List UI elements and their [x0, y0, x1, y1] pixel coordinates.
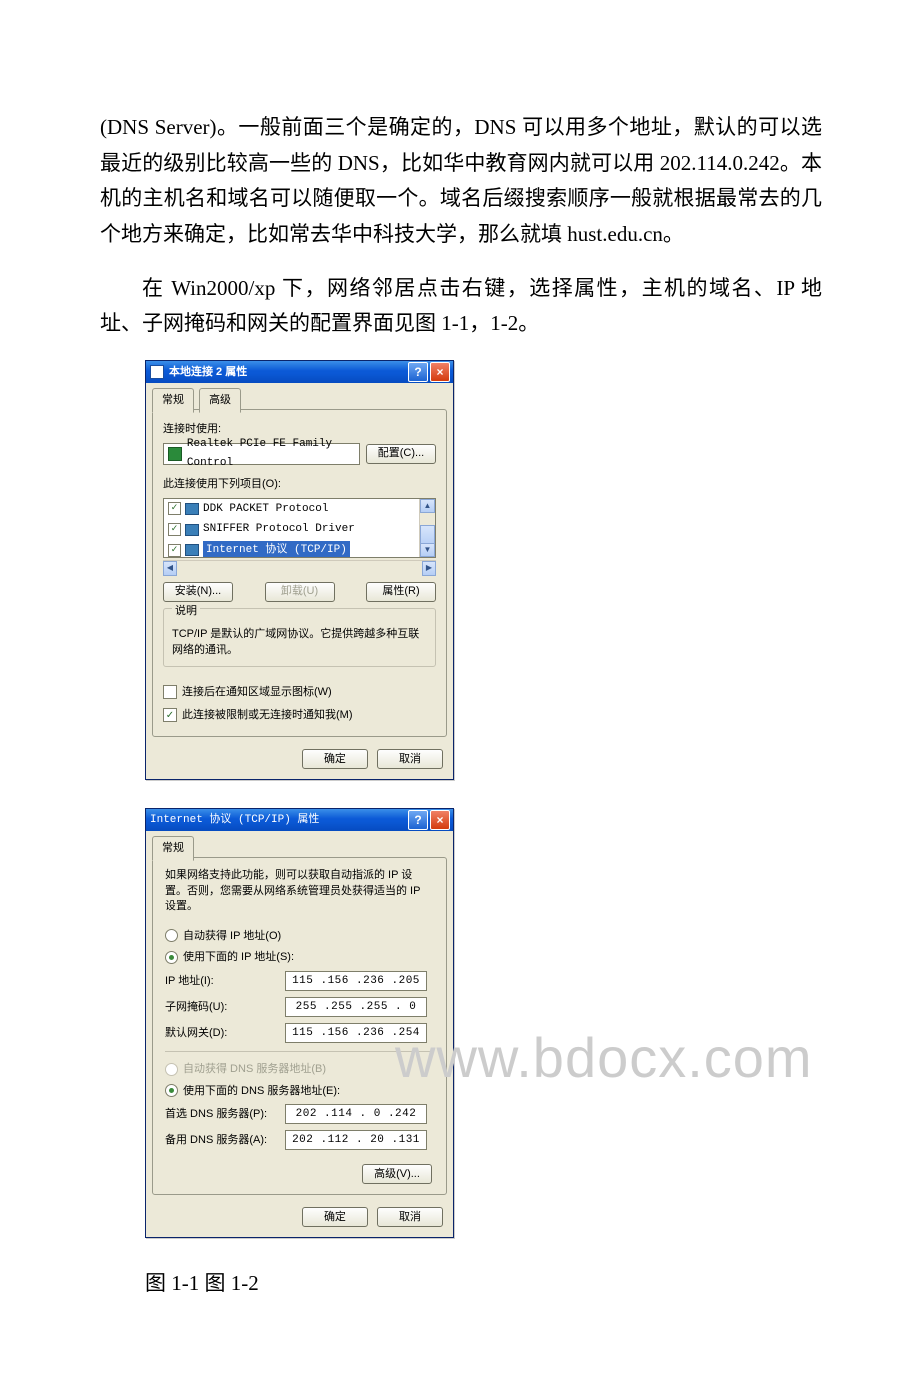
intro-text: 如果网络支持此功能，则可以获取自动指派的 IP 设置。否则，您需要从网络系统管理… — [165, 868, 434, 914]
watermark: www.bdocx.com — [395, 1010, 813, 1105]
description-group: 说明 TCP/IP 是默认的广域网协议。它提供跨越多种互联网络的通讯。 — [163, 608, 436, 667]
default-gateway-input[interactable]: 115 .156 .236 .254 — [285, 1023, 427, 1043]
properties-button[interactable]: 属性(R) — [366, 582, 436, 602]
list-item[interactable]: ✓ SNIFFER Protocol Driver — [164, 519, 435, 540]
paragraph-2: 在 Win2000/xp 下，网络邻居点击右键，选择属性，主机的域名、IP 地址… — [100, 271, 822, 342]
cancel-button[interactable]: 取消 — [377, 1207, 443, 1227]
ok-button[interactable]: 确定 — [302, 749, 368, 769]
preferred-dns-input[interactable]: 202 .114 . 0 .242 — [285, 1104, 427, 1124]
figure-caption: 图 1-1 图 1-2 — [145, 1266, 822, 1302]
help-button[interactable]: ? — [408, 362, 428, 382]
radio-label: 自动获得 IP 地址(O) — [183, 927, 281, 946]
description-title: 说明 — [172, 602, 200, 621]
checkbox-notify[interactable]: ✓ — [163, 708, 177, 722]
divider — [165, 1051, 434, 1052]
horizontal-scrollbar[interactable]: ◀ ▶ — [163, 560, 436, 576]
protocol-icon — [185, 524, 199, 536]
radio-use-dns[interactable] — [165, 1084, 178, 1097]
scroll-left-icon[interactable]: ◀ — [163, 561, 177, 576]
list-item-label-selected: Internet 协议 (TCP/IP) — [203, 541, 350, 558]
checkbox-icon[interactable]: ✓ — [168, 544, 181, 557]
scroll-up-icon[interactable]: ▲ — [420, 499, 435, 513]
description-text: TCP/IP 是默认的广域网协议。它提供跨越多种互联网络的通讯。 — [172, 627, 427, 658]
radio-label: 自动获得 DNS 服务器地址(B) — [183, 1060, 326, 1079]
paragraph-1: (DNS Server)。一般前面三个是确定的，DNS 可以用多个地址，默认的可… — [100, 110, 822, 253]
tcpip-properties-dialog: Internet 协议 (TCP/IP) 属性 ? × 常规 如果网络支持此功能… — [145, 808, 454, 1238]
default-gateway-label: 默认网关(D): — [165, 1024, 285, 1043]
close-button[interactable]: × — [430, 810, 450, 830]
radio-label: 使用下面的 IP 地址(S): — [183, 948, 294, 967]
adapter-name: Realtek PCIe FE Family Control — [187, 435, 355, 472]
dialog2-title: Internet 协议 (TCP/IP) 属性 — [150, 811, 406, 830]
checkbox-label: 此连接被限制或无连接时通知我(M) — [182, 706, 353, 725]
checkbox-icon[interactable]: ✓ — [168, 502, 181, 515]
close-button[interactable]: × — [430, 362, 450, 382]
items-label: 此连接使用下列项目(O): — [163, 475, 436, 494]
protocol-listbox[interactable]: ✓ DDK PACKET Protocol ✓ SNIFFER Protocol… — [163, 498, 436, 558]
list-item[interactable]: ✓ DDK PACKET Protocol — [164, 499, 435, 520]
install-button[interactable]: 安装(N)... — [163, 582, 233, 602]
nic-icon — [168, 447, 182, 461]
cancel-button[interactable]: 取消 — [377, 749, 443, 769]
checkbox-icon[interactable]: ✓ — [168, 523, 181, 536]
ok-button[interactable]: 确定 — [302, 1207, 368, 1227]
radio-auto-dns — [165, 1063, 178, 1076]
list-item-label: DDK PACKET Protocol — [203, 500, 328, 519]
protocol-icon — [185, 544, 199, 556]
subnet-mask-input[interactable]: 255 .255 .255 . 0 — [285, 997, 427, 1017]
tab-advanced[interactable]: 高级 — [199, 388, 241, 413]
scroll-down-icon[interactable]: ▼ — [420, 543, 435, 557]
scroll-right-icon[interactable]: ▶ — [422, 561, 436, 576]
checkbox-label: 连接后在通知区域显示图标(W) — [182, 683, 332, 702]
tab-general[interactable]: 常规 — [152, 388, 194, 413]
configure-button[interactable]: 配置(C)... — [366, 444, 436, 464]
list-item-label: SNIFFER Protocol Driver — [203, 520, 355, 539]
list-item[interactable]: ✓ Internet 协议 (TCP/IP) — [164, 540, 435, 558]
advanced-button[interactable]: 高级(V)... — [362, 1164, 432, 1184]
protocol-icon — [185, 503, 199, 515]
subnet-mask-label: 子网掩码(U): — [165, 998, 285, 1017]
ip-address-input[interactable]: 115 .156 .236 .205 — [285, 971, 427, 991]
vertical-scrollbar[interactable]: ▲ ▼ — [419, 499, 435, 557]
ip-address-label: IP 地址(I): — [165, 972, 285, 991]
tab-general[interactable]: 常规 — [152, 836, 194, 861]
radio-use-ip[interactable] — [165, 951, 178, 964]
preferred-dns-label: 首选 DNS 服务器(P): — [165, 1105, 285, 1124]
help-button[interactable]: ? — [408, 810, 428, 830]
radio-label: 使用下面的 DNS 服务器地址(E): — [183, 1082, 340, 1101]
local-connection-properties-dialog: 本地连接 2 属性 ? × 常规 高级 连接时使用: Realtek PCIe … — [145, 360, 454, 780]
alternate-dns-input[interactable]: 202 .112 . 20 .131 — [285, 1130, 427, 1150]
dialog1-title: 本地连接 2 属性 — [169, 363, 406, 382]
checkbox-show-icon[interactable] — [163, 685, 177, 699]
uninstall-button: 卸载(U) — [265, 582, 335, 602]
alternate-dns-label: 备用 DNS 服务器(A): — [165, 1131, 285, 1150]
window-icon — [150, 365, 164, 379]
radio-auto-ip[interactable] — [165, 929, 178, 942]
